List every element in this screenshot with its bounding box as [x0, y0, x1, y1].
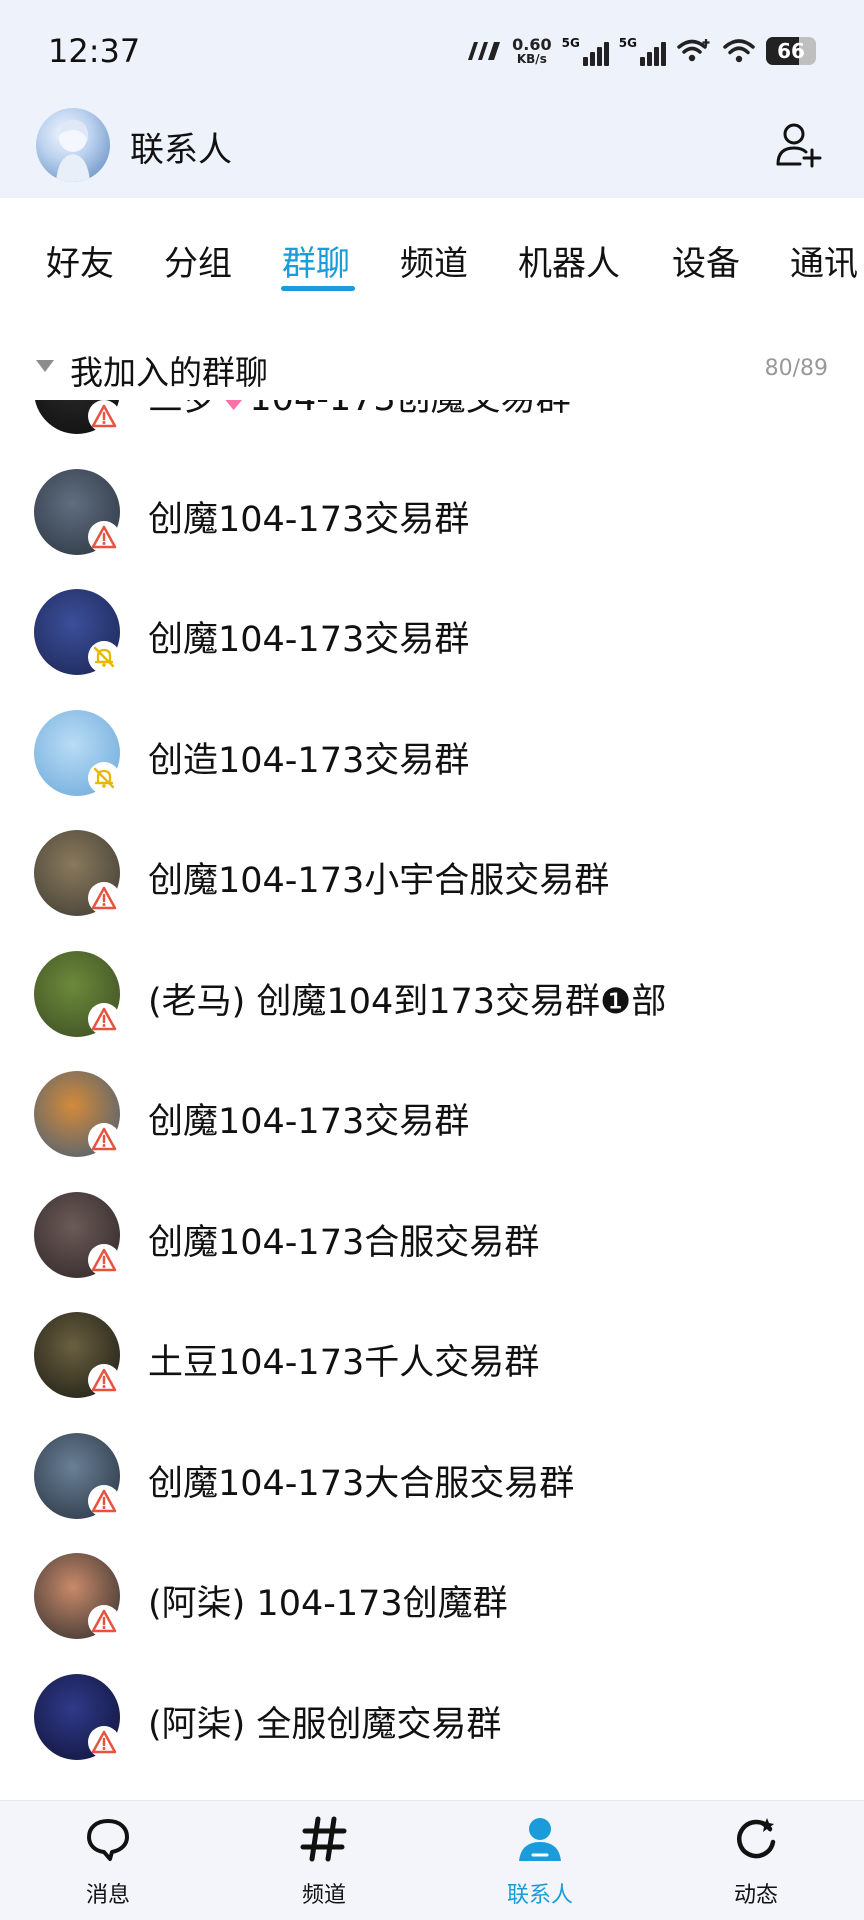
tab-devices[interactable]: 设备 — [672, 236, 740, 285]
section-title: 我加入的群聊 — [70, 353, 268, 392]
nav-channels[interactable]: 频道 — [216, 1801, 432, 1920]
bottom-nav: 消息 频道 联系人 动态 — [0, 1800, 864, 1920]
group-name: 创造104-173交易群 — [148, 740, 470, 781]
signal-5g-1-label: 5G — [561, 36, 580, 50]
person-icon — [519, 1818, 561, 1861]
group-name-suffix: 104-173创魔交易群 — [249, 400, 570, 419]
nav-messages-label: 消息 — [85, 1883, 130, 1908]
warning-icon — [88, 1725, 120, 1758]
group-name: 创魔104-173交易群 — [148, 620, 470, 660]
tab-channels[interactable]: 频道 — [400, 236, 468, 285]
group-list: 三岁♥104-173创魔交易群创魔104-173交易群创魔104-173交易群创… — [0, 400, 864, 1800]
group-name: 创魔104-173合服交易群 — [148, 1222, 540, 1263]
app-notification-icon — [468, 42, 501, 60]
group-list-inner: 三岁♥104-173创魔交易群创魔104-173交易群创魔104-173交易群创… — [0, 400, 864, 1776]
chat-bubble-icon — [87, 1819, 129, 1861]
page-title: 联系人 — [130, 130, 232, 170]
battery-percent: 66 — [777, 39, 805, 63]
nav-contacts[interactable]: 联系人 — [432, 1801, 648, 1920]
signal-5g-2-label: 5G — [618, 36, 637, 50]
nav-contacts-label: 联系人 — [506, 1883, 573, 1908]
group-row[interactable]: 创魔104-173合服交易群 — [0, 1174, 864, 1295]
group-name: 创魔104-173交易群 — [148, 1102, 470, 1142]
avatar-figure-icon — [56, 119, 90, 182]
group-name: 创魔104-173大合服交易群 — [148, 1463, 575, 1504]
tab-groups[interactable]: 分组 — [164, 236, 232, 285]
group-name: (阿柒) 104-173创魔群 — [148, 1584, 508, 1624]
hashtag-icon — [300, 1816, 347, 1862]
signal-5g-1-icon: 5G — [562, 36, 609, 66]
wifi-plus-icon — [677, 39, 710, 62]
status-bar: 12:37 0.60 KB/s 5G 5G 66 — [0, 0, 864, 100]
warning-icon — [88, 1484, 120, 1517]
warning-icon — [88, 1605, 120, 1637]
tab-robots[interactable]: 机器人 — [518, 236, 620, 285]
network-speed: 0.60 KB/s — [512, 35, 552, 66]
user-avatar[interactable] — [36, 108, 110, 182]
contact-tabs: 好友 分组 群聊 频道 机器人 设备 通讯 — [0, 198, 864, 302]
tab-active-indicator — [281, 286, 355, 291]
group-row[interactable]: 创魔104-173交易群 — [0, 1053, 864, 1174]
group-row[interactable]: 土豆104-173千人交易群 — [0, 1294, 864, 1415]
warning-icon — [88, 1123, 120, 1155]
group-name-prefix: 三岁 — [148, 400, 218, 419]
battery-icon: 66 — [766, 37, 816, 65]
group-name: (阿柒) 全服创魔交易群 — [148, 1704, 502, 1745]
heart-icon: ♥ — [218, 400, 249, 419]
add-contact-icon[interactable] — [774, 120, 824, 170]
group-name: 土豆104-173千人交易群 — [148, 1343, 540, 1383]
group-row[interactable]: (阿柒) 104-173创魔群 — [0, 1535, 864, 1656]
nav-messages[interactable]: 消息 — [0, 1801, 216, 1920]
wifi-icon — [723, 39, 755, 63]
muted-bell-icon — [88, 761, 120, 794]
network-speed-value: 0.60 — [512, 35, 552, 54]
nav-moments[interactable]: 动态 — [648, 1801, 864, 1920]
group-name: (老马) 创魔104到173交易群❶部 — [148, 981, 667, 1022]
section-count: 80/89 — [764, 356, 828, 381]
contacts-screen: 12:37 0.60 KB/s 5G 5G 66 联系人 好友 分组 群聊 频道… — [0, 0, 864, 1920]
status-icons: 0.60 KB/s 5G 5G 66 — [466, 34, 816, 68]
collapse-arrow-icon — [36, 360, 54, 372]
group-row[interactable]: (阿柒) 全服创魔交易群 — [0, 1656, 864, 1777]
group-row[interactable]: 创魔104-173交易群 — [0, 571, 864, 692]
group-name: 三岁♥104-173创魔交易群 — [148, 400, 571, 421]
joined-groups-header[interactable]: 我加入的群聊 80/89 — [0, 330, 864, 400]
network-speed-unit: KB/s — [516, 52, 547, 66]
refresh-star-icon — [737, 1818, 776, 1859]
tab-group-chats[interactable]: 群聊 — [282, 236, 350, 285]
group-name: 创魔104-173交易群 — [148, 499, 470, 540]
warning-icon — [88, 1364, 120, 1396]
tab-friends[interactable]: 好友 — [46, 236, 114, 285]
muted-bell-icon — [88, 641, 120, 673]
header: 联系人 — [0, 100, 864, 198]
warning-icon — [88, 400, 120, 432]
tab-contacts-book[interactable]: 通讯 — [790, 236, 858, 285]
signal-5g-2-icon: 5G — [619, 36, 666, 66]
group-row[interactable]: 三岁♥104-173创魔交易群 — [0, 400, 864, 451]
warning-icon — [88, 520, 120, 553]
warning-icon — [88, 1002, 120, 1035]
nav-moments-label: 动态 — [733, 1883, 778, 1908]
group-row[interactable]: 创魔104-173交易群 — [0, 451, 864, 572]
group-name: 创魔104-173小宇合服交易群 — [148, 861, 610, 901]
group-row[interactable]: 创造104-173交易群 — [0, 692, 864, 813]
nav-channels-label: 频道 — [301, 1883, 346, 1908]
warning-icon — [88, 1243, 120, 1276]
group-row[interactable]: 创魔104-173大合服交易群 — [0, 1415, 864, 1536]
status-time: 12:37 — [48, 32, 141, 70]
group-row[interactable]: 创魔104-173小宇合服交易群 — [0, 812, 864, 933]
group-row[interactable]: (老马) 创魔104到173交易群❶部 — [0, 933, 864, 1054]
warning-icon — [88, 882, 120, 914]
